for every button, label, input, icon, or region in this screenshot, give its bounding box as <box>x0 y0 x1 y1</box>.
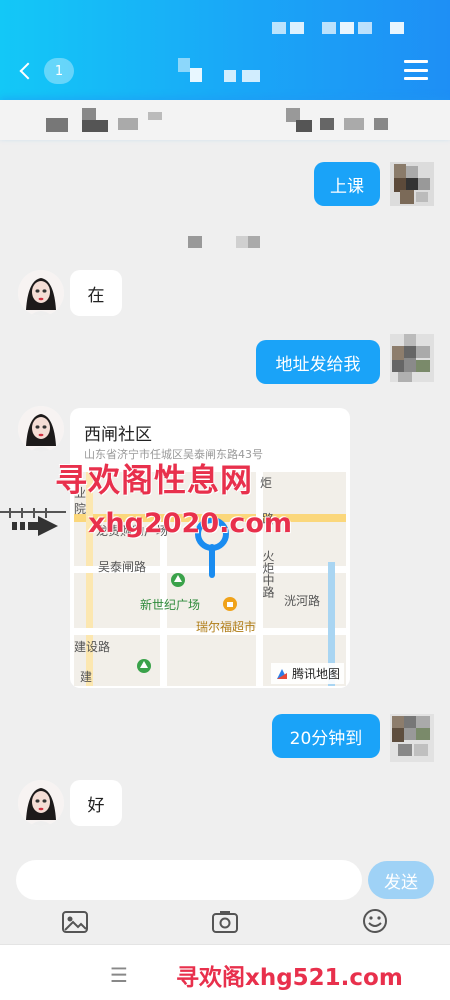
map-label: 瑞尔福超市 <box>196 620 257 634</box>
location-map[interactable]: 吴泰闸路 新世纪广场 瑞尔福超市 洸河路 火炬中路 建设路 建 炬 路 业 院 … <box>74 472 346 686</box>
tencent-map-icon <box>276 668 287 679</box>
map-label: 院 <box>74 502 87 516</box>
map-provider-label: 腾讯地图 <box>291 667 340 681</box>
composer-toolbar <box>0 900 450 944</box>
message-bubble-out[interactable]: 20分钟到 <box>272 714 380 758</box>
message-bubble-in[interactable]: 好 <box>70 780 122 826</box>
photo-icon[interactable] <box>62 910 88 934</box>
map-label: 炬 <box>260 476 273 490</box>
map-label: 建 <box>80 670 93 684</box>
watermark-text: 寻欢阁xhg521.com <box>176 965 403 991</box>
send-button[interactable]: 发送 <box>368 861 434 899</box>
contact-avatar[interactable] <box>18 406 64 452</box>
map-label: 火炬中路 <box>261 550 275 598</box>
my-avatar[interactable] <box>390 334 434 382</box>
location-card[interactable]: 西闸社区 山东省济宁市任城区吴泰闸东路43号 吴泰闸路 新世纪广场 瑞尔福超市 … <box>70 408 350 688</box>
chat-subheader <box>0 100 450 140</box>
shop-poi-icon <box>223 597 237 611</box>
message-bubble-out[interactable]: 上课 <box>314 162 380 206</box>
map-label: 吴泰闸路 <box>98 560 147 574</box>
nav-menu-icon[interactable]: ☰ <box>110 963 128 987</box>
message-input[interactable] <box>16 860 362 900</box>
watermark-text: xhg2020.com <box>88 508 293 539</box>
location-title: 西闸社区 <box>84 425 152 445</box>
contact-avatar[interactable] <box>18 780 64 826</box>
ruler-arrow-graphic <box>0 508 66 536</box>
my-avatar[interactable] <box>390 714 434 762</box>
my-avatar[interactable] <box>390 162 434 206</box>
chevron-left-icon <box>19 62 37 80</box>
map-label: 洸河路 <box>284 594 321 608</box>
contact-avatar[interactable] <box>18 270 64 316</box>
chat-header: 1 <box>0 0 450 100</box>
message-bubble-out[interactable]: 地址发给我 <box>256 340 380 384</box>
message-bubble-in[interactable]: 在 <box>70 270 122 316</box>
map-label: 建设路 <box>74 640 111 654</box>
park-poi-icon <box>171 573 185 587</box>
unread-badge: 1 <box>44 58 74 84</box>
map-provider-logo: 腾讯地图 <box>270 663 344 684</box>
back-button[interactable]: 1 <box>19 58 74 84</box>
menu-icon[interactable] <box>404 60 428 80</box>
watermark-text: 寻欢阁性息网 <box>55 461 254 499</box>
map-label: 新世纪广场 <box>140 598 201 612</box>
park-poi-icon <box>137 659 151 673</box>
camera-icon[interactable] <box>212 910 238 934</box>
emoji-icon[interactable] <box>362 908 388 934</box>
